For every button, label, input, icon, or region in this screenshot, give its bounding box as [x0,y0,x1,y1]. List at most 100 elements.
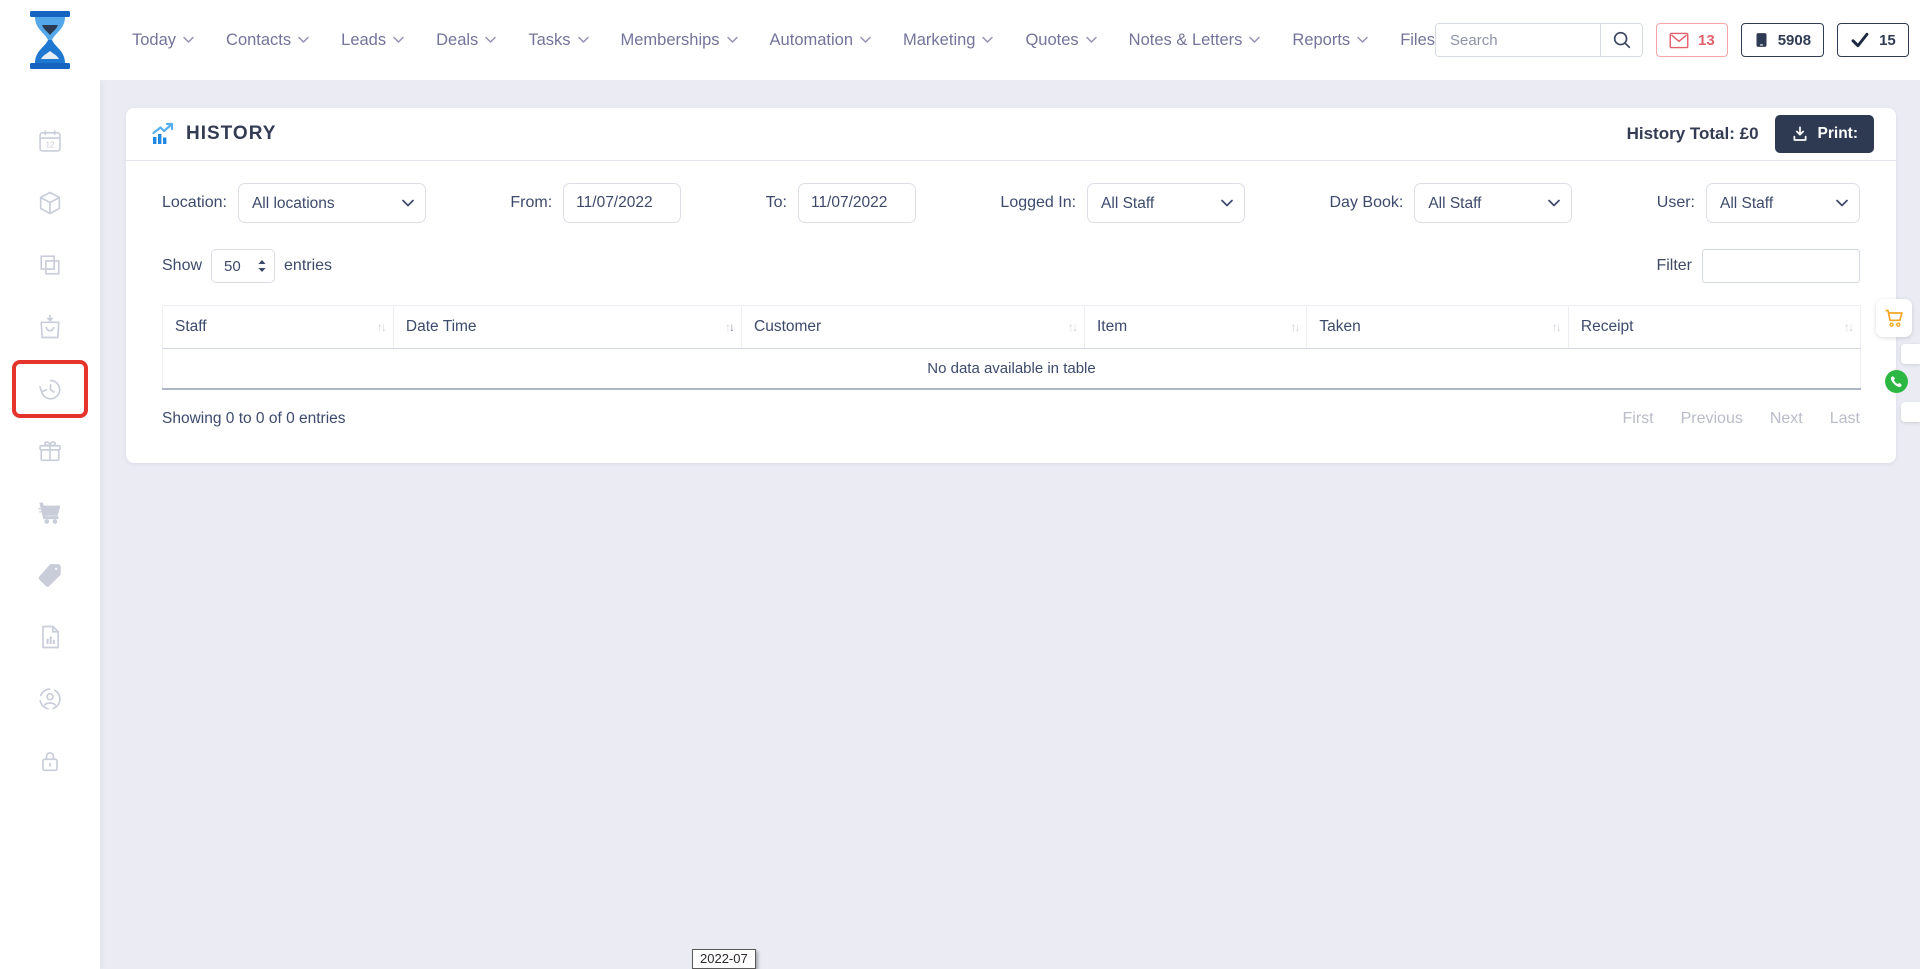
month-tooltip: 2022-07 [692,949,756,969]
nav-automation[interactable]: Automation [770,31,871,50]
sidebar-item-reports[interactable] [0,606,100,668]
sidebar-item-pricing[interactable]: $ [0,544,100,606]
envelope-icon [1669,32,1689,49]
user-label: User: [1657,194,1695,212]
nav-label: Automation [770,31,853,50]
nav-quotes[interactable]: Quotes [1025,31,1096,50]
column-header-item[interactable]: Item↑↓ [1084,306,1306,349]
to-label: To: [766,194,787,212]
calendar-icon: 12 [36,127,64,155]
from-date-input[interactable] [563,183,681,223]
search-button[interactable] [1600,24,1642,56]
chevron-down-icon [1086,36,1097,44]
pagination-last[interactable]: Last [1830,410,1860,428]
tasks-badge[interactable]: 15 [1837,23,1909,57]
sidebar-item-calendar[interactable]: 12 [0,110,100,172]
gift-icon [36,437,64,465]
history-icon [36,375,64,403]
price-tag-icon: $ [36,561,64,589]
page-title: HISTORY [186,123,276,145]
nav-label: Deals [436,31,478,50]
search-input[interactable] [1436,24,1600,56]
overlapping-squares-icon [36,251,64,279]
sort-icons: ↑↓ [1844,320,1852,334]
pagination-first[interactable]: First [1622,410,1653,428]
page-length-select[interactable]: 50 [211,249,275,283]
floating-panel-edge[interactable] [1901,344,1920,364]
sidebar-item-history[interactable] [0,358,100,420]
nav-leads[interactable]: Leads [341,31,404,50]
history-table: Staff↑↓ Date Time↑↓ Customer↑↓ Item↑↓ Ta… [162,305,1861,390]
sort-icons: ↑↓ [377,320,385,334]
user-select[interactable]: All Staff [1706,183,1860,223]
nav-today[interactable]: Today [132,31,194,50]
column-header-receipt[interactable]: Receipt↑↓ [1568,306,1860,349]
sidebar-item-admin[interactable] [0,730,100,792]
nav-label: Marketing [903,31,975,50]
panel-header: HISTORY History Total: £0 Print: [126,108,1896,161]
logged-in-select[interactable]: All Staff [1087,183,1245,223]
nav-memberships[interactable]: Memberships [621,31,738,50]
filters-row: Location: All locations From: To: Logged… [126,161,1896,223]
column-label: Staff [175,318,207,335]
svg-text:$: $ [46,571,51,581]
location-label: Location: [162,194,227,212]
sidebar-item-gift-vouchers[interactable] [0,420,100,482]
panel-title: HISTORY [150,122,276,146]
sidebar-item-products[interactable] [0,172,100,234]
column-header-date-time[interactable]: Date Time↑↓ [393,306,741,349]
nav-files[interactable]: Files [1400,31,1435,50]
pagination: First Previous Next Last [1622,410,1860,428]
floating-cart-button[interactable] [1876,299,1912,337]
panel-header-right: History Total: £0 Print: [1627,115,1874,153]
chevron-down-icon [860,36,871,44]
table-filter-input[interactable] [1702,249,1860,283]
sidebar: 12 [0,80,100,969]
cart-icon [36,499,64,527]
pagination-previous[interactable]: Previous [1681,410,1743,428]
search-icon [1611,29,1633,51]
filter-user: User: All Staff [1657,183,1860,223]
column-header-taken[interactable]: Taken↑↓ [1307,306,1568,349]
sidebar-item-pos[interactable] [0,482,100,544]
check-icon [1850,31,1870,49]
topbar: Today Contacts Leads Deals Tasks Members… [0,0,1920,80]
nav-label: Reports [1292,31,1350,50]
chevron-down-icon [183,36,194,44]
nav-notes-letters[interactable]: Notes & Letters [1129,31,1261,50]
nav-deals[interactable]: Deals [436,31,496,50]
nav-label: Memberships [621,31,720,50]
calls-count: 5908 [1778,32,1811,49]
nav-marketing[interactable]: Marketing [903,31,993,50]
nav-label: Quotes [1025,31,1078,50]
to-date-input[interactable] [798,183,916,223]
sidebar-item-orders[interactable] [0,296,100,358]
table-info: Showing 0 to 0 of 0 entries [162,410,346,428]
nav-contacts[interactable]: Contacts [226,31,309,50]
nav-label: Contacts [226,31,291,50]
print-button[interactable]: Print: [1775,115,1874,153]
column-label: Customer [754,318,821,335]
column-header-staff[interactable]: Staff ↑↓ [163,306,394,349]
nav-tasks[interactable]: Tasks [528,31,588,50]
calls-badge[interactable]: 5908 [1741,23,1824,57]
column-header-customer[interactable]: Customer↑↓ [742,306,1085,349]
location-select[interactable]: All locations [238,183,426,223]
column-label: Taken [1319,318,1360,335]
sidebar-item-stock[interactable] [0,234,100,296]
chevron-down-icon [578,36,589,44]
nav-reports[interactable]: Reports [1292,31,1368,50]
day-book-select[interactable]: All Staff [1414,183,1572,223]
floating-panel-edge[interactable] [1901,402,1920,422]
app-logo[interactable] [0,11,100,69]
filter-from: From: [510,183,681,223]
chevron-down-icon [393,36,404,44]
floating-chat-button[interactable] [1884,369,1909,394]
bag-download-icon [36,313,64,341]
nav-label: Tasks [528,31,570,50]
messages-badge[interactable]: 13 [1656,23,1728,57]
sidebar-item-account[interactable] [0,668,100,730]
chevron-down-icon [298,36,309,44]
pagination-next[interactable]: Next [1770,410,1803,428]
download-icon [1791,125,1809,143]
